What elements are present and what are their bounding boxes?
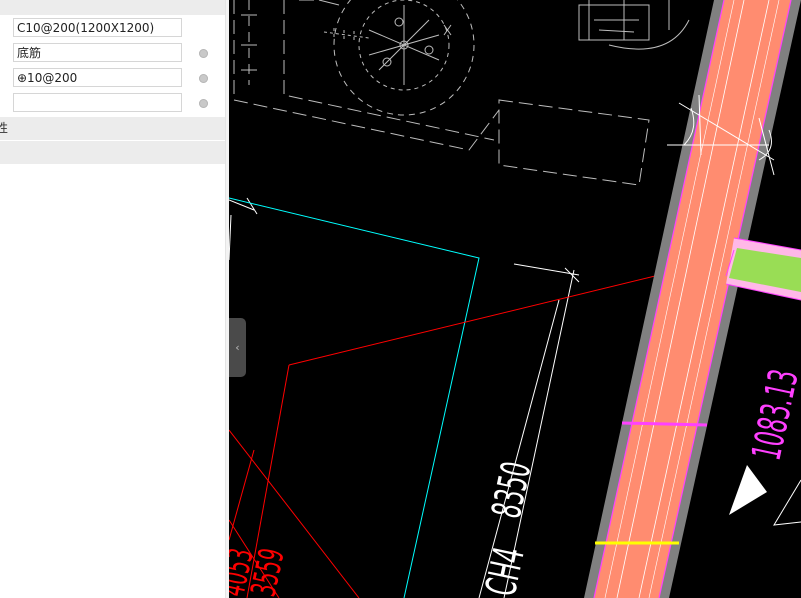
properties-panel: C10@200(1200X1200) 底筋 ⊕10@200 性: [0, 0, 229, 598]
property-row-rebar: ⊕10@200: [0, 66, 225, 91]
radio-button[interactable]: [199, 74, 208, 83]
chevron-left-icon: ‹: [235, 341, 240, 354]
panel-header-strip: [0, 0, 225, 15]
radio-button[interactable]: [199, 49, 208, 58]
rebar-type-field[interactable]: 底筋: [13, 43, 182, 62]
section-header-2[interactable]: [0, 141, 225, 164]
property-row-empty: [0, 91, 225, 116]
collapse-panel-button[interactable]: ‹: [229, 318, 246, 377]
ch4-label-text: CH4: [476, 543, 533, 598]
spec-value-field[interactable]: C10@200(1200X1200): [13, 18, 182, 37]
radio-button[interactable]: [199, 99, 208, 108]
property-row-spec: C10@200(1200X1200): [0, 16, 225, 41]
empty-field[interactable]: [13, 93, 182, 112]
section-header-label: 性: [0, 121, 9, 135]
section-header[interactable]: 性: [0, 117, 225, 140]
property-row-type: 底筋: [0, 41, 225, 66]
rebar-spec-field[interactable]: ⊕10@200: [13, 68, 182, 87]
cad-drawing: 8350 CH4 1083.13 4053 3559: [229, 0, 801, 598]
cad-canvas[interactable]: 8350 CH4 1083.13 4053 3559: [229, 0, 801, 598]
